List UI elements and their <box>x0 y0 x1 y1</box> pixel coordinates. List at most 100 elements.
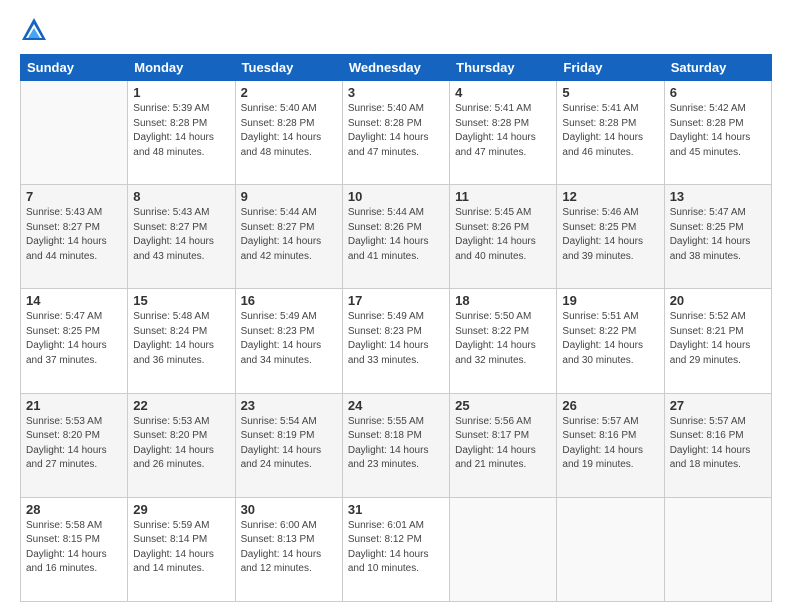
calendar-cell: 12 Sunrise: 5:46 AM Sunset: 8:25 PM Dayli… <box>557 185 664 289</box>
day-info: Sunrise: 5:59 AM Sunset: 8:14 PM Dayligh… <box>133 519 229 577</box>
day-info: Sunrise: 5:47 AM Sunset: 8:25 PM Dayligh… <box>670 206 766 264</box>
calendar-cell: 24 Sunrise: 5:55 AM Sunset: 8:18 PM Dayli… <box>342 393 449 497</box>
calendar-cell: 14Sunrise: 5:47 AM Sunset: 8:25 PM Dayli… <box>21 289 128 393</box>
calendar-cell: 17 Sunrise: 5:49 AM Sunset: 8:23 PM Dayli… <box>342 289 449 393</box>
calendar-cell: 26Sunrise: 5:57 AM Sunset: 8:16 PM Dayli… <box>557 393 664 497</box>
day-info: Sunrise: 5:54 AM Sunset: 8:19 PM Dayligh… <box>241 415 337 473</box>
calendar-cell: 25 Sunrise: 5:56 AM Sunset: 8:17 PM Dayli… <box>450 393 557 497</box>
day-info: Sunrise: 5:53 AM Sunset: 8:20 PM Dayligh… <box>26 415 122 473</box>
calendar-cell: 27 Sunrise: 5:57 AM Sunset: 8:16 PM Dayli… <box>664 393 771 497</box>
logo <box>20 16 52 44</box>
calendar-cell: 1Sunrise: 5:39 AM Sunset: 8:28 PM Daylig… <box>128 81 235 185</box>
day-info: Sunrise: 5:40 AM Sunset: 8:28 PM Dayligh… <box>241 102 337 160</box>
calendar-cell: 6 Sunrise: 5:42 AM Sunset: 8:28 PM Daylig… <box>664 81 771 185</box>
day-info: Sunrise: 6:00 AM Sunset: 8:13 PM Dayligh… <box>241 519 337 577</box>
day-number: 1 <box>133 85 229 100</box>
calendar-cell: 19 Sunrise: 5:51 AM Sunset: 8:22 PM Dayli… <box>557 289 664 393</box>
day-info: Sunrise: 5:55 AM Sunset: 8:18 PM Dayligh… <box>348 415 444 473</box>
page: SundayMondayTuesdayWednesdayThursdayFrid… <box>0 0 792 612</box>
weekday-header-tuesday: Tuesday <box>235 55 342 81</box>
day-number: 22 <box>133 398 229 413</box>
day-number: 26 <box>562 398 658 413</box>
day-info: Sunrise: 5:44 AM Sunset: 8:26 PM Dayligh… <box>348 206 444 264</box>
day-info: Sunrise: 5:51 AM Sunset: 8:22 PM Dayligh… <box>562 310 658 368</box>
day-number: 15 <box>133 293 229 308</box>
day-number: 19 <box>562 293 658 308</box>
day-number: 27 <box>670 398 766 413</box>
calendar-cell: 21 Sunrise: 5:53 AM Sunset: 8:20 PM Dayli… <box>21 393 128 497</box>
day-info: Sunrise: 5:47 AM Sunset: 8:25 PM Dayligh… <box>26 310 122 368</box>
day-info: Sunrise: 5:52 AM Sunset: 8:21 PM Dayligh… <box>670 310 766 368</box>
calendar-week-row: 21 Sunrise: 5:53 AM Sunset: 8:20 PM Dayli… <box>21 393 772 497</box>
weekday-header-friday: Friday <box>557 55 664 81</box>
day-number: 5 <box>562 85 658 100</box>
day-number: 12 <box>562 189 658 204</box>
day-number: 11 <box>455 189 551 204</box>
calendar-cell: 8 Sunrise: 5:43 AM Sunset: 8:27 PM Daylig… <box>128 185 235 289</box>
calendar-week-row: 14Sunrise: 5:47 AM Sunset: 8:25 PM Dayli… <box>21 289 772 393</box>
header <box>20 16 772 44</box>
calendar-week-row: 7 Sunrise: 5:43 AM Sunset: 8:27 PM Daylig… <box>21 185 772 289</box>
day-info: Sunrise: 5:40 AM Sunset: 8:28 PM Dayligh… <box>348 102 444 160</box>
day-info: Sunrise: 5:53 AM Sunset: 8:20 PM Dayligh… <box>133 415 229 473</box>
day-number: 7 <box>26 189 122 204</box>
calendar-week-row: 1Sunrise: 5:39 AM Sunset: 8:28 PM Daylig… <box>21 81 772 185</box>
calendar-cell: 13 Sunrise: 5:47 AM Sunset: 8:25 PM Dayli… <box>664 185 771 289</box>
day-number: 9 <box>241 189 337 204</box>
day-info: Sunrise: 5:57 AM Sunset: 8:16 PM Dayligh… <box>670 415 766 473</box>
calendar-cell: 9Sunrise: 5:44 AM Sunset: 8:27 PM Daylig… <box>235 185 342 289</box>
day-number: 8 <box>133 189 229 204</box>
logo-icon <box>20 16 48 44</box>
day-number: 18 <box>455 293 551 308</box>
calendar-cell: 20Sunrise: 5:52 AM Sunset: 8:21 PM Dayli… <box>664 289 771 393</box>
day-info: Sunrise: 5:56 AM Sunset: 8:17 PM Dayligh… <box>455 415 551 473</box>
day-info: Sunrise: 5:41 AM Sunset: 8:28 PM Dayligh… <box>455 102 551 160</box>
day-info: Sunrise: 5:42 AM Sunset: 8:28 PM Dayligh… <box>670 102 766 160</box>
day-number: 31 <box>348 502 444 517</box>
calendar-cell: 18Sunrise: 5:50 AM Sunset: 8:22 PM Dayli… <box>450 289 557 393</box>
weekday-header-sunday: Sunday <box>21 55 128 81</box>
day-number: 16 <box>241 293 337 308</box>
calendar-cell <box>450 497 557 601</box>
calendar-cell: 29 Sunrise: 5:59 AM Sunset: 8:14 PM Dayli… <box>128 497 235 601</box>
day-number: 13 <box>670 189 766 204</box>
day-info: Sunrise: 5:43 AM Sunset: 8:27 PM Dayligh… <box>133 206 229 264</box>
calendar-cell: 7 Sunrise: 5:43 AM Sunset: 8:27 PM Daylig… <box>21 185 128 289</box>
day-number: 17 <box>348 293 444 308</box>
calendar-cell: 11 Sunrise: 5:45 AM Sunset: 8:26 PM Dayli… <box>450 185 557 289</box>
calendar-cell: 15 Sunrise: 5:48 AM Sunset: 8:24 PM Dayli… <box>128 289 235 393</box>
day-number: 4 <box>455 85 551 100</box>
day-number: 24 <box>348 398 444 413</box>
calendar-cell: 23 Sunrise: 5:54 AM Sunset: 8:19 PM Dayli… <box>235 393 342 497</box>
day-number: 30 <box>241 502 337 517</box>
day-number: 3 <box>348 85 444 100</box>
day-number: 28 <box>26 502 122 517</box>
day-number: 2 <box>241 85 337 100</box>
day-info: Sunrise: 5:45 AM Sunset: 8:26 PM Dayligh… <box>455 206 551 264</box>
day-number: 23 <box>241 398 337 413</box>
calendar-cell: 2 Sunrise: 5:40 AM Sunset: 8:28 PM Daylig… <box>235 81 342 185</box>
calendar-cell: 4 Sunrise: 5:41 AM Sunset: 8:28 PM Daylig… <box>450 81 557 185</box>
day-info: Sunrise: 5:48 AM Sunset: 8:24 PM Dayligh… <box>133 310 229 368</box>
calendar-cell: 10Sunrise: 5:44 AM Sunset: 8:26 PM Dayli… <box>342 185 449 289</box>
calendar-cell <box>21 81 128 185</box>
calendar-cell: 16 Sunrise: 5:49 AM Sunset: 8:23 PM Dayli… <box>235 289 342 393</box>
day-info: Sunrise: 5:49 AM Sunset: 8:23 PM Dayligh… <box>241 310 337 368</box>
weekday-header-thursday: Thursday <box>450 55 557 81</box>
calendar-week-row: 28 Sunrise: 5:58 AM Sunset: 8:15 PM Dayli… <box>21 497 772 601</box>
day-info: Sunrise: 5:43 AM Sunset: 8:27 PM Dayligh… <box>26 206 122 264</box>
day-info: Sunrise: 5:49 AM Sunset: 8:23 PM Dayligh… <box>348 310 444 368</box>
weekday-header-saturday: Saturday <box>664 55 771 81</box>
calendar-cell: 22 Sunrise: 5:53 AM Sunset: 8:20 PM Dayli… <box>128 393 235 497</box>
calendar-cell: 5Sunrise: 5:41 AM Sunset: 8:28 PM Daylig… <box>557 81 664 185</box>
calendar-cell: 31Sunrise: 6:01 AM Sunset: 8:12 PM Dayli… <box>342 497 449 601</box>
day-info: Sunrise: 5:58 AM Sunset: 8:15 PM Dayligh… <box>26 519 122 577</box>
day-number: 21 <box>26 398 122 413</box>
calendar-cell <box>664 497 771 601</box>
day-number: 29 <box>133 502 229 517</box>
day-number: 6 <box>670 85 766 100</box>
calendar-cell: 28 Sunrise: 5:58 AM Sunset: 8:15 PM Dayli… <box>21 497 128 601</box>
day-number: 25 <box>455 398 551 413</box>
weekday-header-monday: Monday <box>128 55 235 81</box>
day-info: Sunrise: 5:46 AM Sunset: 8:25 PM Dayligh… <box>562 206 658 264</box>
